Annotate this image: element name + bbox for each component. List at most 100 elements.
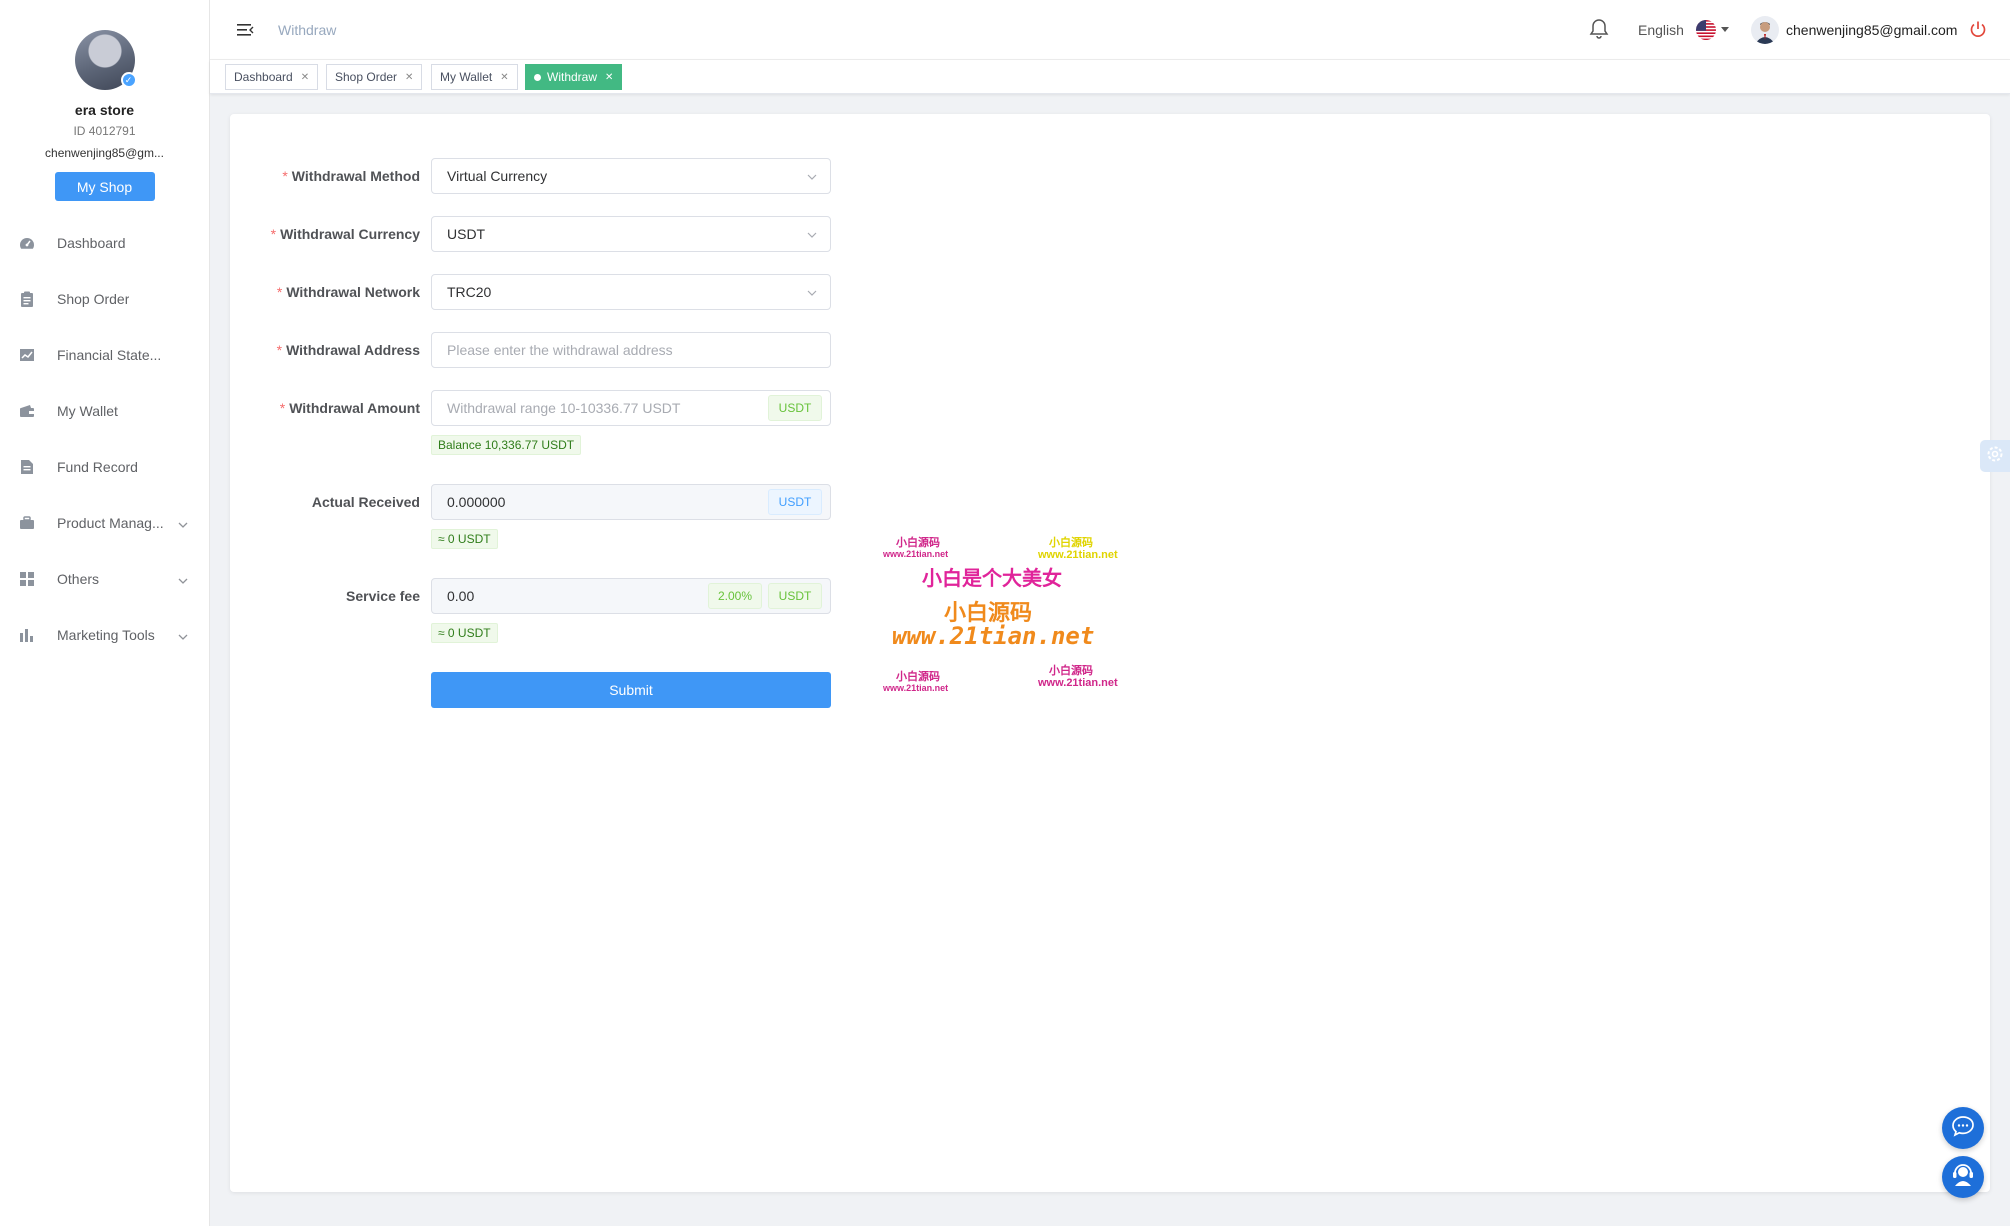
tab-withdraw[interactable]: Withdraw ✕	[525, 64, 623, 90]
watermark-small-url: www.21tian.net	[883, 683, 949, 693]
submit-button[interactable]: Submit	[431, 672, 831, 708]
sidebar-item-label: Product Manag...	[57, 515, 164, 531]
dashboard-icon	[19, 235, 35, 251]
sidebar-item-label: Fund Record	[57, 459, 138, 475]
received-approx-badge: ≈ 0 USDT	[431, 529, 498, 549]
service-fee-field: 0.00 2.00% USDT	[431, 578, 831, 614]
verified-badge-icon: ✓	[120, 72, 137, 88]
document-icon	[19, 459, 35, 475]
active-dot-icon	[534, 73, 541, 81]
language-selector[interactable]: English	[1638, 22, 1684, 38]
tab-label: My Wallet	[440, 70, 493, 84]
withdrawal-currency-select[interactable]: USDT	[431, 216, 831, 252]
language-caret-icon[interactable]	[1721, 27, 1729, 32]
watermark-brand-url: www.21tian.net	[892, 622, 1095, 650]
service-fee-value: 0.00	[447, 588, 475, 604]
shop-name: era store	[74, 102, 135, 118]
withdrawal-address-input[interactable]	[447, 342, 767, 358]
line-chart-icon	[19, 347, 35, 363]
sidebar-item-others[interactable]: Others	[0, 551, 209, 607]
withdrawal-amount-label: * Withdrawal Amount	[279, 400, 420, 416]
us-flag-icon[interactable]	[1696, 20, 1716, 40]
tab-label: Shop Order	[335, 70, 398, 84]
briefcase-icon	[19, 515, 35, 531]
sidebar-item-label: Others	[57, 571, 100, 587]
withdrawal-currency-label: * Withdrawal Currency	[270, 226, 420, 242]
chevron-down-icon	[806, 228, 818, 244]
sidebar-item-product-management[interactable]: Product Manag...	[0, 495, 209, 551]
headset-agent-icon	[1950, 1162, 1976, 1193]
chevron-down-icon	[806, 170, 818, 186]
avatar[interactable]: ✓	[74, 30, 137, 90]
close-icon[interactable]: ✕	[500, 72, 508, 83]
sidebar-item-dashboard[interactable]: Dashboard	[0, 215, 209, 271]
customer-service-button[interactable]	[1942, 1156, 1984, 1198]
sidebar: ✓ era store ID 4012791 chenwenjing85@gm.…	[0, 0, 210, 1226]
withdrawal-network-value: TRC20	[447, 284, 492, 300]
chat-bubble-icon	[1951, 1115, 1975, 1142]
close-icon[interactable]: ✕	[605, 72, 613, 83]
user-avatar[interactable]	[1751, 16, 1779, 44]
chevron-down-icon	[806, 286, 818, 302]
chevron-down-icon	[177, 516, 189, 532]
gear-icon	[1985, 444, 2005, 469]
sidebar-item-shop-order[interactable]: Shop Order	[0, 271, 209, 327]
watermark-small-cn: 小白源码	[1049, 665, 1093, 677]
withdrawal-currency-value: USDT	[447, 226, 486, 242]
withdrawal-network-label: * Withdrawal Network	[276, 284, 420, 300]
tab-shop-order[interactable]: Shop Order ✕	[326, 64, 423, 90]
watermark-small-cn: 小白源码	[896, 537, 940, 549]
service-fee-label: Service fee	[346, 588, 420, 604]
withdraw-form-card: * Withdrawal Method Virtual Currency * Wit…	[230, 114, 1990, 1192]
bar-chart-icon	[19, 627, 35, 643]
watermark-small-url: www.21tian.net	[1038, 549, 1118, 561]
withdrawal-method-label: * Withdrawal Method	[282, 168, 420, 184]
watermark-small-cn: 小白源码	[896, 671, 940, 683]
power-icon[interactable]	[1969, 20, 1987, 43]
shop-email: chenwenjing85@gm...	[45, 146, 164, 160]
sidebar-item-marketing-tools[interactable]: Marketing Tools	[0, 607, 209, 663]
wallet-icon	[19, 403, 35, 419]
top-header: Withdraw English chenwenjing85@gmail.com	[210, 0, 2010, 60]
tags-view: Dashboard ✕ Shop Order ✕ My Wallet ✕ Wit…	[210, 60, 2010, 94]
hamburger-menu-icon[interactable]	[236, 22, 254, 43]
settings-drawer-toggle[interactable]	[1980, 440, 2010, 472]
sidebar-item-my-wallet[interactable]: My Wallet	[0, 383, 209, 439]
withdrawal-method-value: Virtual Currency	[447, 168, 548, 184]
sidebar-item-label: Financial State...	[57, 347, 162, 363]
chat-button[interactable]	[1942, 1107, 1984, 1149]
tab-dashboard[interactable]: Dashboard ✕	[225, 64, 319, 90]
actual-received-value: 0.000000	[447, 494, 506, 510]
tab-label: Dashboard	[234, 70, 293, 84]
profile-card: ✓ era store ID 4012791 chenwenjing85@gm.…	[0, 0, 209, 201]
my-shop-button[interactable]: My Shop	[54, 172, 155, 201]
withdrawal-method-select[interactable]: Virtual Currency	[431, 158, 831, 194]
shop-id: ID 4012791	[73, 124, 136, 138]
watermark-small-url: www.21tian.net	[1038, 677, 1118, 689]
withdrawal-network-select[interactable]: TRC20	[431, 274, 831, 310]
sidebar-item-label: Marketing Tools	[57, 627, 155, 643]
close-icon[interactable]: ✕	[405, 72, 413, 83]
actual-received-label: Actual Received	[311, 494, 420, 510]
amount-unit-badge: USDT	[768, 395, 822, 421]
sidebar-item-label: Dashboard	[57, 235, 126, 251]
chevron-down-icon	[177, 572, 189, 588]
bell-icon[interactable]	[1589, 18, 1609, 45]
watermark-small-cn: 小白源码	[1049, 537, 1093, 549]
sidebar-item-financial-statement[interactable]: Financial State...	[0, 327, 209, 383]
chevron-down-icon	[177, 628, 189, 644]
balance-badge: Balance 10,336.77 USDT	[431, 435, 582, 455]
tab-my-wallet[interactable]: My Wallet ✕	[431, 64, 518, 90]
breadcrumb: Withdraw	[278, 22, 337, 38]
sidebar-menu: Dashboard Shop Order Financial State... …	[0, 215, 209, 663]
withdrawal-address-label: * Withdrawal Address	[276, 342, 420, 358]
withdrawal-amount-input[interactable]	[447, 400, 767, 416]
sidebar-item-label: My Wallet	[57, 403, 118, 419]
sidebar-item-fund-record[interactable]: Fund Record	[0, 439, 209, 495]
withdrawal-amount-field[interactable]: USDT	[431, 390, 831, 426]
user-email[interactable]: chenwenjing85@gmail.com	[1786, 22, 1957, 38]
fee-approx-badge: ≈ 0 USDT	[431, 623, 498, 643]
clipboard-icon	[19, 291, 35, 307]
close-icon[interactable]: ✕	[301, 72, 309, 83]
withdrawal-address-field[interactable]	[431, 332, 831, 368]
